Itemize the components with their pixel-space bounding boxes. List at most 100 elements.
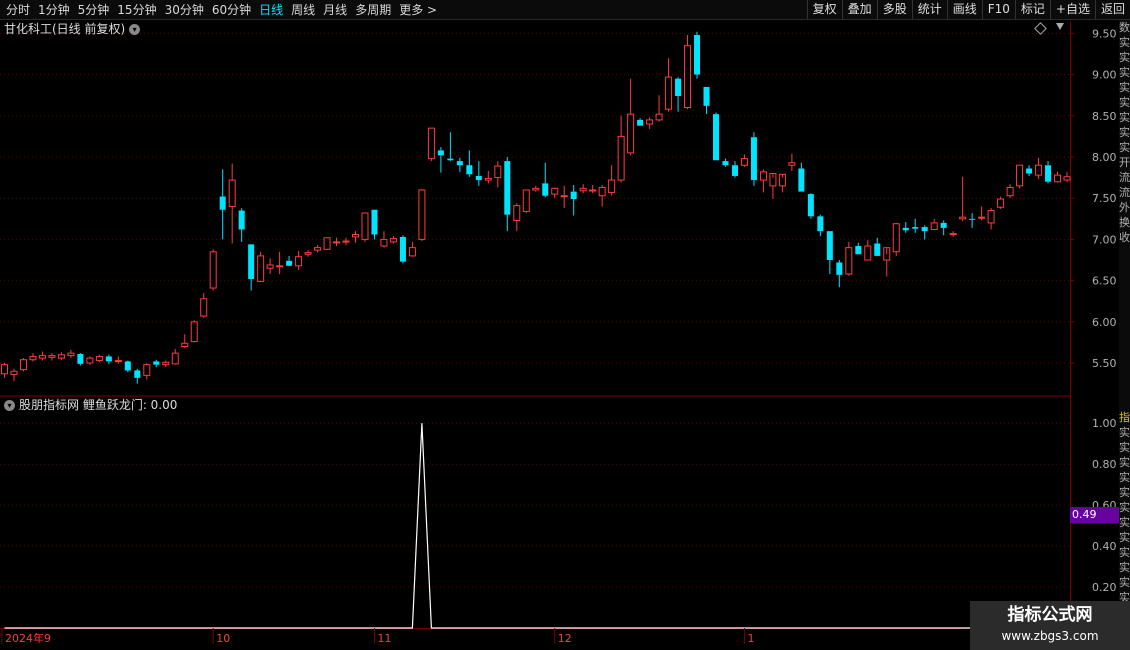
candle [902, 222, 909, 233]
candle [665, 58, 673, 112]
strip-char: 开 [1119, 156, 1130, 169]
candle [513, 203, 521, 232]
candlestick-series [1, 31, 1071, 384]
strip-char: 实 [1119, 486, 1130, 499]
candle [655, 95, 663, 122]
main-chart-title[interactable]: 甘化科工(日线 前复权) ▾ [4, 21, 141, 37]
strip-char: 实 [1119, 531, 1130, 544]
candle [1054, 171, 1062, 183]
price-axis-label: 6.50 [1092, 275, 1117, 288]
strip-char: 实 [1119, 426, 1130, 439]
candle [579, 184, 587, 194]
strip-char: 实 [1119, 456, 1130, 469]
strip-char: 换 [1119, 216, 1130, 229]
candle [912, 218, 919, 233]
candle [969, 213, 976, 228]
candle [855, 242, 862, 255]
candle [399, 235, 406, 264]
candle [466, 150, 473, 177]
candle [712, 112, 719, 161]
candle [10, 368, 18, 382]
candle [389, 236, 397, 244]
indicator-title-text: 股朋指标网 鲤鱼跃龙门: 0.00 [19, 398, 178, 412]
candle [930, 218, 938, 231]
candle [276, 251, 284, 275]
candle [371, 209, 378, 240]
candle [769, 172, 777, 200]
candle [646, 117, 654, 129]
candle [740, 154, 748, 167]
watermark: 指标公式网 www.zbgs3.com [970, 601, 1130, 650]
grid-lines [0, 32, 1074, 588]
candle [949, 231, 957, 237]
candle [361, 212, 369, 242]
kline-chart[interactable]: 9.50 9.00 8.50 8.00 7.50 7.00 6.50 6.00 5.50 1.0… [0, 0, 1130, 650]
candle [134, 368, 141, 384]
candle [731, 161, 738, 178]
price-axis-labels: 9.50 9.00 8.50 8.00 7.50 7.00 6.50 6.00 5.50 [1092, 27, 1117, 370]
candle [380, 231, 388, 248]
candle [77, 353, 84, 366]
candle [874, 237, 881, 256]
strip-char: 实 [1119, 576, 1130, 589]
indicator-axis-label: 0.20 [1092, 581, 1117, 594]
candle [209, 249, 217, 291]
candle [570, 185, 577, 216]
candle [333, 237, 341, 246]
candle [219, 169, 226, 240]
candle [153, 359, 160, 368]
strip-char: 实 [1119, 501, 1130, 514]
candle [266, 258, 274, 275]
indicator-series [4, 423, 1067, 629]
strip-char: 流 [1119, 186, 1130, 199]
strip-char [1119, 305, 1130, 320]
strip-char: 实 [1119, 471, 1130, 484]
strip-char: 实 [1119, 66, 1130, 79]
stock-title: 甘化科工(日线 前复权) [4, 22, 126, 36]
indicator-axis-label: 0.40 [1092, 540, 1117, 553]
strip-char [1119, 245, 1130, 260]
candle [940, 220, 947, 236]
strip-char: 实 [1119, 516, 1130, 529]
strip-char [1119, 335, 1130, 350]
strip-char: 实 [1119, 96, 1130, 109]
strip-char [1119, 395, 1130, 410]
candle [836, 260, 843, 288]
chevron-down-icon[interactable]: ▾ [4, 399, 15, 411]
strip-char: 实 [1119, 546, 1130, 559]
candle [722, 158, 729, 167]
price-axis-label: 8.50 [1092, 110, 1117, 123]
candle [608, 165, 616, 196]
price-axis-label: 9.00 [1092, 69, 1117, 82]
candle [959, 176, 967, 222]
chevron-down-icon[interactable]: ▾ [129, 23, 141, 35]
candle [522, 189, 530, 214]
strip-char [1119, 365, 1130, 380]
price-axis-label: 5.50 [1092, 357, 1117, 370]
candle [48, 353, 56, 361]
candle [1026, 165, 1033, 176]
candle [475, 161, 482, 186]
candle [314, 245, 322, 253]
candle [987, 208, 995, 230]
scroll-down-icon[interactable] [1056, 23, 1064, 30]
candle [408, 241, 416, 257]
candle [228, 163, 236, 244]
candle [1035, 157, 1043, 180]
candle [883, 247, 891, 277]
candle [57, 352, 65, 360]
candle [694, 31, 701, 79]
indicator-title[interactable]: ▾ 股朋指标网 鲤鱼跃龙门: 0.00 [4, 397, 177, 413]
candle [162, 360, 170, 368]
candle [978, 206, 986, 221]
candle [494, 161, 502, 188]
candle [750, 132, 757, 186]
candle [703, 86, 710, 115]
candle [29, 353, 37, 362]
candle [864, 240, 872, 261]
candle [38, 351, 46, 361]
date-axis-label: 12 [558, 632, 572, 645]
strip-char: 实 [1119, 81, 1130, 94]
strip-char [1119, 350, 1130, 365]
candle [684, 35, 692, 110]
